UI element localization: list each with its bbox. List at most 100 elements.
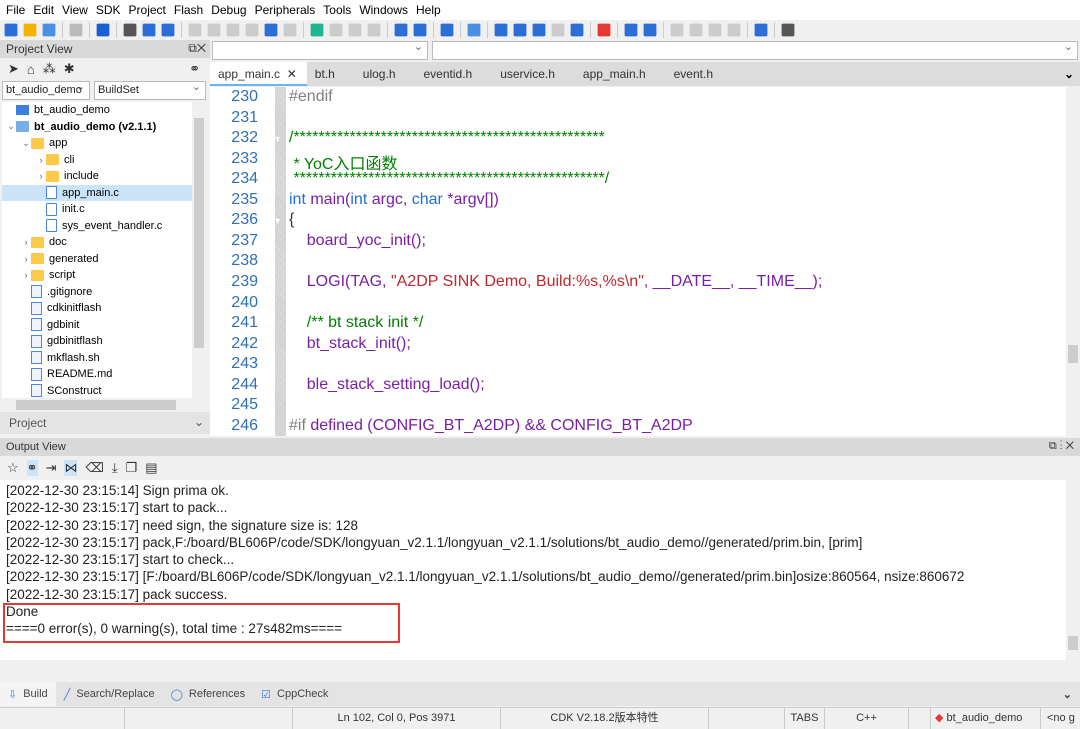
menu-file[interactable]: File (4, 3, 31, 17)
tab-uservice-h[interactable]: uservice.h (492, 62, 575, 86)
tree-item[interactable]: mkflash.sh (2, 350, 192, 367)
tree-item[interactable]: sys_event_handler.c (2, 218, 192, 235)
menu-peripherals[interactable]: Peripherals (253, 3, 322, 17)
float-close-icon[interactable]: ⧉✕ (188, 41, 206, 56)
expand-arrow-icon[interactable]: › (36, 171, 46, 181)
tab-bt-h[interactable]: bt.h (307, 62, 355, 86)
tree-item[interactable]: › doc (2, 234, 192, 251)
toolbar-button-icon[interactable] (69, 23, 83, 37)
toolbar-button-icon[interactable] (670, 23, 684, 37)
locate-icon[interactable]: ➤ (8, 61, 19, 77)
output-scrollbar[interactable] (1066, 480, 1080, 660)
toolbar-button-icon[interactable] (207, 23, 221, 37)
tree-horizontal-scrollbar[interactable] (2, 398, 206, 412)
toolbar-button-icon[interactable] (624, 23, 638, 37)
toolbar-button-icon[interactable] (245, 23, 259, 37)
project-tab[interactable]: Project ⌄ (0, 412, 210, 434)
expand-arrow-icon[interactable]: › (21, 254, 31, 264)
cdk-version[interactable]: CDK V2.18.2版本特性 (500, 708, 708, 729)
menu-help[interactable]: Help (414, 3, 447, 17)
tree-item[interactable]: gdbinit (2, 317, 192, 334)
toolbar-button-icon[interactable] (310, 23, 324, 37)
scope-select[interactable] (212, 41, 428, 60)
toolbar-button-icon[interactable] (264, 23, 278, 37)
tabs-overflow-icon[interactable]: ⌄ (1064, 67, 1074, 81)
toolbar-button-icon[interactable] (754, 23, 768, 37)
tab-ulog-h[interactable]: ulog.h (355, 62, 416, 86)
bottom-tab-build[interactable]: ⇩ Build (0, 682, 56, 706)
toolbar-button-icon[interactable] (226, 23, 240, 37)
expand-arrow-icon[interactable]: › (36, 155, 46, 165)
menu-sdk[interactable]: SDK (94, 3, 127, 17)
project-status[interactable]: ◆ bt_audio_demo (930, 708, 1040, 729)
toolbar-button-icon[interactable] (781, 23, 795, 37)
toolbar-button-icon[interactable] (643, 23, 657, 37)
toolbar-button-icon[interactable] (96, 23, 110, 37)
star-icon[interactable]: ☆ (7, 460, 19, 476)
chevron-down-icon[interactable]: ⌄ (1063, 688, 1072, 701)
buildset-select[interactable]: BuildSet (94, 81, 206, 100)
toolbar-button-icon[interactable] (42, 23, 56, 37)
symbol-select[interactable] (432, 41, 1078, 60)
home-icon[interactable]: ⌂ (27, 62, 35, 77)
paste-icon[interactable]: ▤ (145, 460, 157, 476)
chevron-down-icon[interactable]: ⌄ (194, 415, 204, 429)
expand-arrow-icon[interactable]: › (21, 237, 31, 247)
editor-scrollbar[interactable] (1066, 87, 1080, 436)
toolbar-button-icon[interactable] (494, 23, 508, 37)
toolbar-button-icon[interactable] (532, 23, 546, 37)
toolbar-button-icon[interactable] (689, 23, 703, 37)
project-select[interactable]: bt_audio_demo (2, 81, 90, 100)
indent-mode[interactable]: TABS (784, 708, 824, 729)
tree-item[interactable]: app_main.c (2, 184, 192, 201)
toolbar-button-icon[interactable] (283, 23, 297, 37)
code-editor[interactable]: 230 #endif 231 232 ▾ /***********************… (210, 87, 1066, 436)
expand-arrow-icon[interactable]: ⌄ (21, 138, 31, 149)
tree-item[interactable]: README.md (2, 366, 192, 383)
toolbar-button-icon[interactable] (570, 23, 584, 37)
tab-event-h[interactable]: event.h (666, 62, 733, 86)
tree-item[interactable]: › cli (2, 152, 192, 169)
tab-eventid-h[interactable]: eventid.h (416, 62, 493, 86)
bottom-tab-references[interactable]: ◯ References (163, 682, 254, 706)
menu-windows[interactable]: Windows (357, 3, 414, 17)
split-icon[interactable]: ⋈ (64, 460, 78, 476)
language-mode[interactable]: C++ (824, 708, 908, 729)
toolbar-button-icon[interactable] (367, 23, 381, 37)
tab-app-main-h[interactable]: app_main.h (575, 62, 666, 86)
tree-item[interactable]: SConstruct (2, 383, 192, 399)
toolbar-button-icon[interactable] (551, 23, 565, 37)
tab-app-main-c[interactable]: app_main.c ✕ (210, 62, 307, 86)
tree-vertical-scrollbar[interactable] (192, 102, 206, 398)
toolbar-button-icon[interactable] (4, 23, 18, 37)
tree-item[interactable]: › script (2, 267, 192, 284)
menu-view[interactable]: View (60, 3, 94, 17)
wrap-icon[interactable]: ⇥ (46, 460, 57, 476)
fold-icon[interactable]: ▾ (275, 216, 280, 227)
toolbar-button-icon[interactable] (161, 23, 175, 37)
expand-arrow-icon[interactable]: › (21, 270, 31, 280)
link-icon[interactable]: ⚭ (26, 460, 38, 476)
copy-icon[interactable]: ❐ (126, 460, 138, 476)
tree-item[interactable]: ⌄ app (2, 135, 192, 152)
toolbar-button-icon[interactable] (708, 23, 722, 37)
menu-debug[interactable]: Debug (209, 3, 252, 17)
close-icon[interactable]: ✕ (280, 67, 297, 81)
save-icon[interactable]: ⤓ (112, 460, 118, 476)
toolbar-button-icon[interactable] (394, 23, 408, 37)
tree-item[interactable]: cdkinitflash (2, 300, 192, 317)
toolbar-button-icon[interactable] (123, 23, 137, 37)
toolbar-button-icon[interactable] (413, 23, 427, 37)
bug-icon[interactable]: ✱ (64, 61, 75, 77)
toolbar-button-icon[interactable] (23, 23, 37, 37)
toolbar-button-icon[interactable] (348, 23, 362, 37)
toolbar-button-icon[interactable] (188, 23, 202, 37)
menu-flash[interactable]: Flash (172, 3, 209, 17)
toolbar-button-icon[interactable] (467, 23, 481, 37)
tree-item[interactable]: › include (2, 168, 192, 185)
tree-item[interactable]: init.c (2, 201, 192, 218)
tree-item[interactable]: gdbinitflash (2, 333, 192, 350)
tree-item[interactable]: bt_audio_demo (2, 102, 192, 119)
fold-icon[interactable]: ▾ (275, 134, 280, 145)
bottom-tab-cppcheck[interactable]: ☑ CppCheck (253, 682, 336, 706)
